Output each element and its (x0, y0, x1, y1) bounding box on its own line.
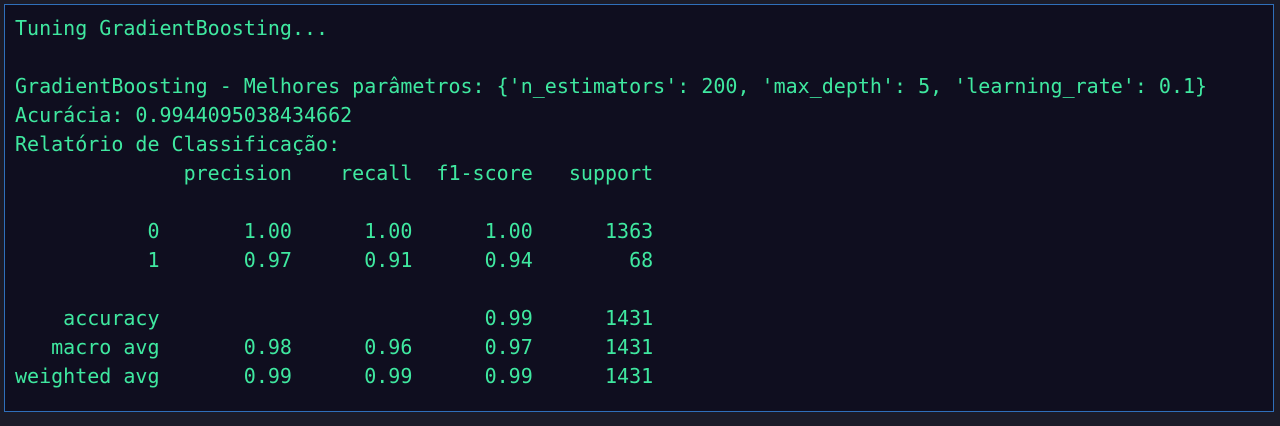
report-header-row: precision recall f1-score support (15, 161, 654, 185)
best-params-line: GradientBoosting - Melhores parâmetros: … (15, 74, 1208, 98)
report-row-macro-avg: macro avg 0.98 0.96 0.97 1431 (15, 335, 654, 359)
report-row-accuracy: accuracy 0.99 1431 (15, 306, 654, 330)
report-row-class-0: 0 1.00 1.00 1.00 1363 (15, 219, 654, 243)
terminal-output-panel: Tuning GradientBoosting... GradientBoosti… (4, 4, 1274, 412)
accuracy-line: Acurácia: 0.9944095038434662 (15, 103, 353, 127)
console-output: Tuning GradientBoosting... GradientBoosti… (15, 14, 1207, 391)
report-title-line: Relatório de Classificação: (15, 132, 341, 156)
status-line: Tuning GradientBoosting... (15, 16, 329, 40)
report-row-class-1: 1 0.97 0.91 0.94 68 (15, 248, 654, 272)
report-row-weighted-avg: weighted avg 0.99 0.99 0.99 1431 (15, 364, 654, 388)
